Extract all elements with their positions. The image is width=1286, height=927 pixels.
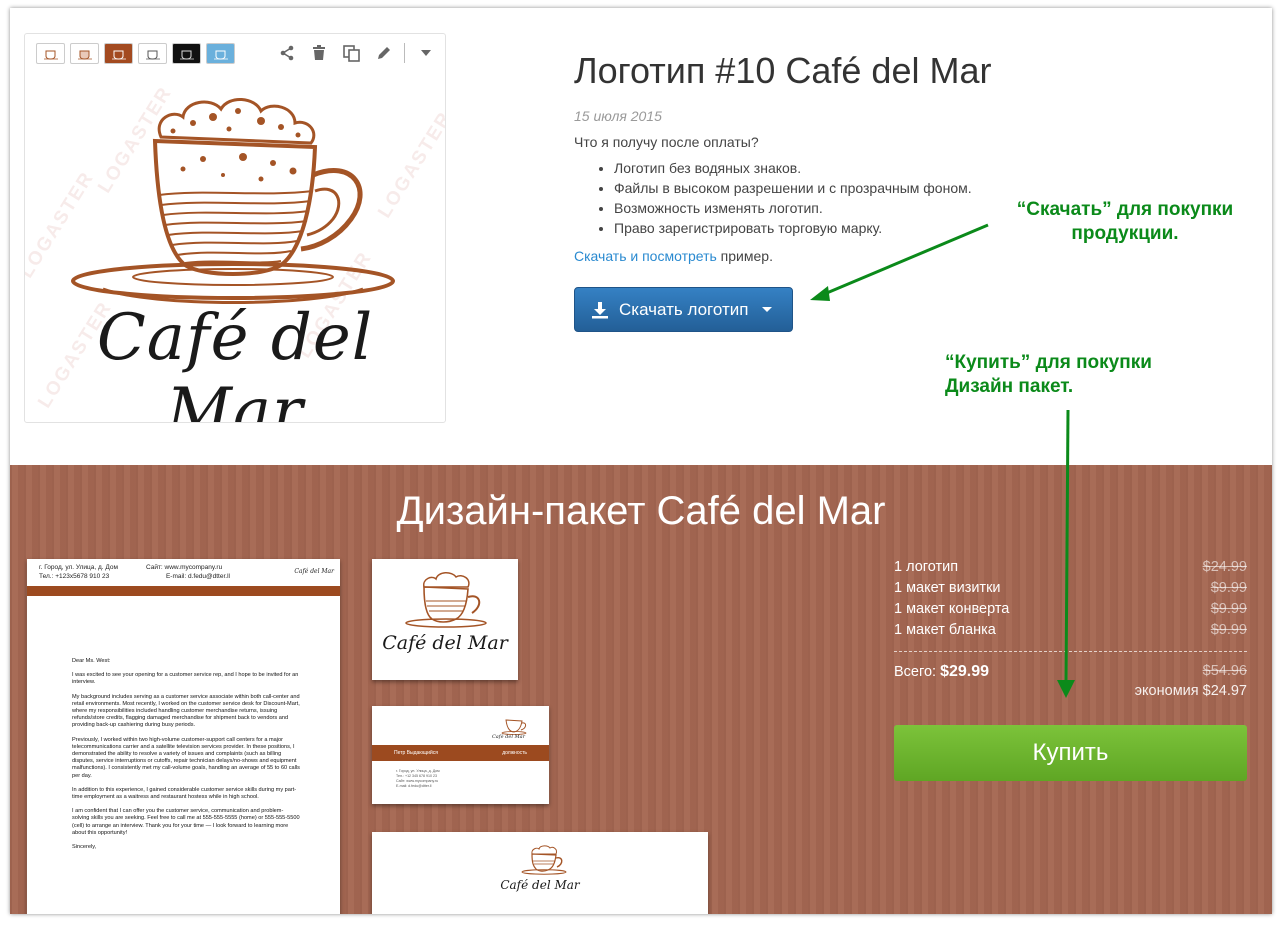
purchase-question: Что я получу после оплаты? — [574, 134, 759, 150]
biz-name-band: Петр Выдающийся должность — [372, 745, 549, 761]
sample-download-link[interactable]: Скачать и посмотреть — [574, 248, 717, 264]
biz-brand-text: Café del Mar — [491, 734, 526, 740]
annotation-line: Дизайн пакет. — [945, 376, 1074, 397]
download-logo-button[interactable]: Скачать логотип — [574, 287, 793, 332]
biz-mini-cup — [501, 719, 527, 735]
logo-variant-3[interactable] — [104, 43, 133, 64]
price-row: 1 макет бланка $9.99 — [894, 620, 1247, 641]
letterhead-header: г. Город, ул. Улица, д. Дом Тел.: +123х56… — [27, 559, 340, 586]
letterhead-site: Сайт: www.mycompany.ru — [145, 564, 223, 571]
logo-preview-card: LOGASTER LOGASTER LOGASTER LOGASTER LOGA… — [24, 33, 446, 423]
mini-brand-text: Café del Mar — [382, 632, 508, 654]
pencil-icon[interactable] — [372, 42, 394, 64]
chevron-down-icon[interactable] — [415, 42, 437, 64]
logo-variant-1[interactable] — [36, 43, 65, 64]
envelope-mini-cup — [521, 845, 567, 875]
letter-paragraph: Dear Ms. West: — [72, 658, 111, 664]
download-annotation: “Скачать” для покупки продукции. — [995, 198, 1255, 246]
feature-item: Логотип без водяных знаков. — [614, 160, 1254, 176]
logo-variant-5[interactable] — [172, 43, 201, 64]
logo-variant-2[interactable] — [70, 43, 99, 64]
page-frame: LOGASTER LOGASTER LOGASTER LOGASTER LOGA… — [10, 8, 1272, 914]
envelope-preview: Café del Mar — [372, 832, 708, 914]
price-item-label: 1 макет бланка — [894, 622, 996, 638]
logo-toolbar — [276, 42, 437, 64]
price-divider — [894, 651, 1247, 652]
price-item-old: $24.99 — [1202, 559, 1247, 575]
biz-contact-lines: г. Город, ул. Улица, д. Дом Тел.: +12 34… — [396, 769, 440, 789]
letterhead-address: г. Город, ул. Улица, д. Дом — [39, 564, 118, 571]
buy-annotation: “Купить” для покупки Дизайн пакет. — [945, 351, 1195, 399]
letter-paragraph: My background includes serving as a cust… — [72, 693, 300, 729]
download-logo-label: Скачать логотип — [619, 299, 749, 319]
letterhead-preview: г. Город, ул. Улица, д. Дом Тел.: +123х56… — [27, 559, 340, 914]
letter-paragraph: In addition to this experience, I gained… — [72, 786, 297, 801]
price-item-label: 1 макет конверта — [894, 601, 1010, 617]
saving-text: экономия $24.97 — [1134, 683, 1247, 699]
letterhead-email: E-mail: d.fedu@dtter.ll — [165, 573, 230, 580]
envelope-brand-text: Café del Mar — [500, 878, 580, 892]
letterhead-phone: Тел.: +123х5678 910 23 — [39, 573, 110, 580]
total-old-price: $54.96 — [1202, 663, 1247, 679]
price-item-label: 1 макет визитки — [894, 580, 1001, 596]
biz-name: Петр Выдающийся — [394, 750, 438, 756]
mini-cup-illustration — [405, 572, 487, 628]
price-item-old: $9.99 — [1210, 580, 1247, 596]
logo-card-preview: Café del Mar — [372, 559, 518, 680]
total-price: $29.99 — [940, 663, 990, 680]
letterhead-bar — [27, 586, 340, 596]
logo-date: 15 июля 2015 — [574, 108, 662, 124]
price-item-label: 1 логотип — [894, 559, 959, 575]
letter-paragraph: Previously, I worked within two high-vol… — [72, 736, 300, 779]
price-row: 1 логотип $24.99 — [894, 557, 1247, 578]
price-box: 1 логотип $24.99 1 макет визитки $9.99 1 м… — [894, 557, 1247, 781]
price-item-old: $9.99 — [1210, 601, 1247, 617]
price-row: 1 макет визитки $9.99 — [894, 578, 1247, 599]
share-icon[interactable] — [276, 42, 298, 64]
logo-variant-strip — [36, 43, 235, 64]
download-icon — [592, 301, 608, 318]
price-row: 1 макет конверта $9.99 — [894, 599, 1247, 620]
logo-variant-4[interactable] — [138, 43, 167, 64]
sample-suffix: пример. — [716, 248, 773, 264]
business-card-preview: Café del Mar Петр Выдающийся должность г… — [372, 706, 549, 804]
design-pack-title: Дизайн-пакет Café del Mar — [396, 489, 886, 533]
buy-button[interactable]: Купить — [894, 725, 1247, 781]
logo-brand-text: Café del Mar — [96, 301, 374, 423]
page-title: Логотип #10 Café del Mar — [574, 50, 992, 91]
feature-item: Файлы в высоком разрешении и с прозрачны… — [614, 180, 1254, 196]
total-row: Всего: $29.99 $54.96 — [894, 663, 1247, 681]
letterhead-logo: Café del Mar — [294, 568, 334, 575]
caret-down-icon — [762, 307, 773, 312]
biz-position: должность — [502, 750, 527, 756]
letter-paragraph: Sincerely, — [72, 844, 97, 851]
biz-line: E-mail: d.fedu@dtter.ll — [396, 784, 432, 788]
letterhead-body: Dear Ms. West: I was excited to see your… — [27, 596, 340, 851]
arrow-head-download — [810, 286, 830, 301]
coffee-cup-illustration — [71, 98, 395, 304]
letter-paragraph: I was excited to see your opening for a … — [72, 672, 299, 686]
sample-line: Скачать и посмотреть пример. — [574, 248, 1254, 264]
copy-icon[interactable] — [340, 42, 362, 64]
trash-icon[interactable] — [308, 42, 330, 64]
design-pack-section: Дизайн-пакет Café del Mar г. Город, ул. … — [10, 465, 1272, 914]
logo-image: Café del Mar — [33, 79, 437, 422]
annotation-line: “Купить” для покупки — [945, 352, 1152, 373]
price-item-old: $9.99 — [1210, 622, 1247, 638]
annotation-line: “Скачать” для покупки — [1016, 199, 1234, 220]
total-label: Всего: — [894, 664, 937, 680]
toolbar-separator — [404, 43, 405, 63]
annotation-line: продукции. — [1071, 223, 1179, 244]
logo-variant-6[interactable] — [206, 43, 235, 64]
letter-paragraph: I am confident that I can offer you the … — [72, 808, 300, 836]
